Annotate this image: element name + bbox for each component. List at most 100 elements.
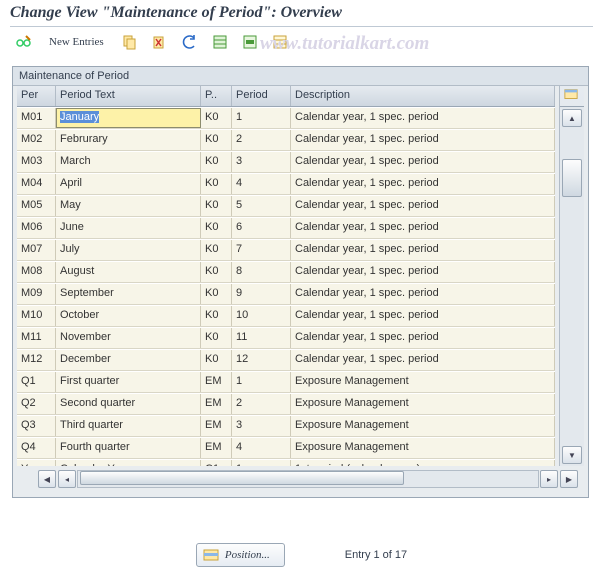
cell-period-text[interactable]: May: [56, 196, 201, 216]
cell-period[interactable]: 3: [232, 152, 291, 172]
cell-pdet[interactable]: K0: [201, 240, 232, 260]
cell-pdet[interactable]: K0: [201, 306, 232, 326]
table-row[interactable]: M11NovemberK011Calendar year, 1 spec. pe…: [17, 327, 555, 349]
cell-description[interactable]: Exposure Management: [291, 438, 555, 458]
table-row[interactable]: M06JuneK06Calendar year, 1 spec. period: [17, 217, 555, 239]
cell-pdet[interactable]: K0: [201, 328, 232, 348]
cell-per[interactable]: M04: [17, 174, 56, 194]
table-row[interactable]: M03MarchK03Calendar year, 1 spec. period: [17, 151, 555, 173]
cell-period-text[interactable]: December: [56, 350, 201, 370]
table-row[interactable]: YCalendar YearC111st period (calendar ye…: [17, 459, 555, 466]
cell-per[interactable]: M11: [17, 328, 56, 348]
col-header-description[interactable]: Description: [291, 86, 555, 106]
horizontal-scroll-thumb[interactable]: [80, 471, 404, 485]
cell-period-text[interactable]: June: [56, 218, 201, 238]
cell-period-text[interactable]: October: [56, 306, 201, 326]
cell-pdet[interactable]: K0: [201, 130, 232, 150]
cell-period[interactable]: 4: [232, 438, 291, 458]
cell-description[interactable]: Calendar year, 1 spec. period: [291, 262, 555, 282]
cell-period[interactable]: 5: [232, 196, 291, 216]
cell-per[interactable]: M07: [17, 240, 56, 260]
cell-description[interactable]: 1st period (calendar year): [291, 460, 555, 466]
table-row[interactable]: M12DecemberK012Calendar year, 1 spec. pe…: [17, 349, 555, 371]
cell-period-text[interactable]: August: [56, 262, 201, 282]
cell-description[interactable]: Calendar year, 1 spec. period: [291, 306, 555, 326]
cell-period-text[interactable]: November: [56, 328, 201, 348]
cell-description[interactable]: Calendar year, 1 spec. period: [291, 174, 555, 194]
select-block-button[interactable]: [237, 31, 263, 53]
cell-pdet[interactable]: K0: [201, 108, 232, 128]
cell-description[interactable]: Calendar year, 1 spec. period: [291, 152, 555, 172]
cell-description[interactable]: Calendar year, 1 spec. period: [291, 196, 555, 216]
cell-description[interactable]: Calendar year, 1 spec. period: [291, 108, 555, 128]
cell-period[interactable]: 12: [232, 350, 291, 370]
cell-period[interactable]: 9: [232, 284, 291, 304]
cell-per[interactable]: M12: [17, 350, 56, 370]
cell-period[interactable]: 8: [232, 262, 291, 282]
cell-description[interactable]: Calendar year, 1 spec. period: [291, 284, 555, 304]
position-button[interactable]: Position...: [196, 543, 285, 567]
cell-period-text[interactable]: September: [56, 284, 201, 304]
cell-pdet[interactable]: K0: [201, 174, 232, 194]
horizontal-scrollbar[interactable]: ◀ ◂ ▸ ▶: [17, 470, 579, 488]
horizontal-scroll-track[interactable]: [77, 470, 539, 488]
col-header-period-text[interactable]: Period Text: [56, 86, 201, 106]
cell-description[interactable]: Calendar year, 1 spec. period: [291, 350, 555, 370]
delete-button[interactable]: [147, 31, 173, 53]
cell-pdet[interactable]: K0: [201, 262, 232, 282]
cell-period[interactable]: 4: [232, 174, 291, 194]
configure-columns-button[interactable]: [560, 86, 584, 107]
cell-period[interactable]: 7: [232, 240, 291, 260]
table-row[interactable]: M05MayK05Calendar year, 1 spec. period: [17, 195, 555, 217]
cell-pdet[interactable]: K0: [201, 218, 232, 238]
cell-period[interactable]: 2: [232, 130, 291, 150]
cell-pdet[interactable]: K0: [201, 196, 232, 216]
vertical-scrollbar[interactable]: ▲ ▼: [560, 107, 584, 466]
cell-per[interactable]: M06: [17, 218, 56, 238]
new-entries-button[interactable]: New Entries: [40, 31, 113, 53]
cell-description[interactable]: Calendar year, 1 spec. period: [291, 218, 555, 238]
cell-per[interactable]: Q2: [17, 394, 56, 414]
cell-period-text[interactable]: July: [56, 240, 201, 260]
table-row[interactable]: M01JanuaryK01Calendar year, 1 spec. peri…: [17, 107, 555, 129]
table-row[interactable]: M02FebruraryK02Calendar year, 1 spec. pe…: [17, 129, 555, 151]
cell-pdet[interactable]: EM: [201, 394, 232, 414]
cell-description[interactable]: Calendar year, 1 spec. period: [291, 240, 555, 260]
cell-per[interactable]: M10: [17, 306, 56, 326]
col-header-period[interactable]: Period: [232, 86, 291, 106]
cell-period-text[interactable]: Third quarter: [56, 416, 201, 436]
cell-per[interactable]: Q4: [17, 438, 56, 458]
cell-period[interactable]: 3: [232, 416, 291, 436]
cell-period[interactable]: 10: [232, 306, 291, 326]
cell-per[interactable]: Q3: [17, 416, 56, 436]
cell-pdet[interactable]: K0: [201, 350, 232, 370]
deselect-all-button[interactable]: [267, 31, 293, 53]
cell-description[interactable]: Calendar year, 1 spec. period: [291, 130, 555, 150]
table-row[interactable]: M08AugustK08Calendar year, 1 spec. perio…: [17, 261, 555, 283]
cell-pdet[interactable]: K0: [201, 284, 232, 304]
scroll-last-button[interactable]: ▶: [560, 470, 578, 488]
cell-per[interactable]: M03: [17, 152, 56, 172]
cell-description[interactable]: Exposure Management: [291, 416, 555, 436]
scroll-first-button[interactable]: ◀: [38, 470, 56, 488]
scroll-right-button[interactable]: ▸: [540, 470, 558, 488]
table-row[interactable]: M04AprilK04Calendar year, 1 spec. period: [17, 173, 555, 195]
table-row[interactable]: Q1First quarterEM1Exposure Management: [17, 371, 555, 393]
undo-button[interactable]: [177, 31, 203, 53]
col-header-pdet[interactable]: P..: [201, 86, 232, 106]
cell-per[interactable]: M09: [17, 284, 56, 304]
select-all-button[interactable]: [207, 31, 233, 53]
cell-per[interactable]: Q1: [17, 372, 56, 392]
table-row[interactable]: Q3Third quarterEM3Exposure Management: [17, 415, 555, 437]
cell-per[interactable]: M08: [17, 262, 56, 282]
table-row[interactable]: Q2Second quarterEM2Exposure Management: [17, 393, 555, 415]
cell-period-text[interactable]: Calendar Year: [56, 460, 201, 466]
cell-pdet[interactable]: EM: [201, 416, 232, 436]
table-row[interactable]: M10OctoberK010Calendar year, 1 spec. per…: [17, 305, 555, 327]
cell-description[interactable]: Calendar year, 1 spec. period: [291, 328, 555, 348]
cell-pdet[interactable]: C1: [201, 460, 232, 466]
table-row[interactable]: M09SeptemberK09Calendar year, 1 spec. pe…: [17, 283, 555, 305]
cell-description[interactable]: Exposure Management: [291, 372, 555, 392]
cell-period-text[interactable]: Second quarter: [56, 394, 201, 414]
cell-period[interactable]: 1: [232, 372, 291, 392]
